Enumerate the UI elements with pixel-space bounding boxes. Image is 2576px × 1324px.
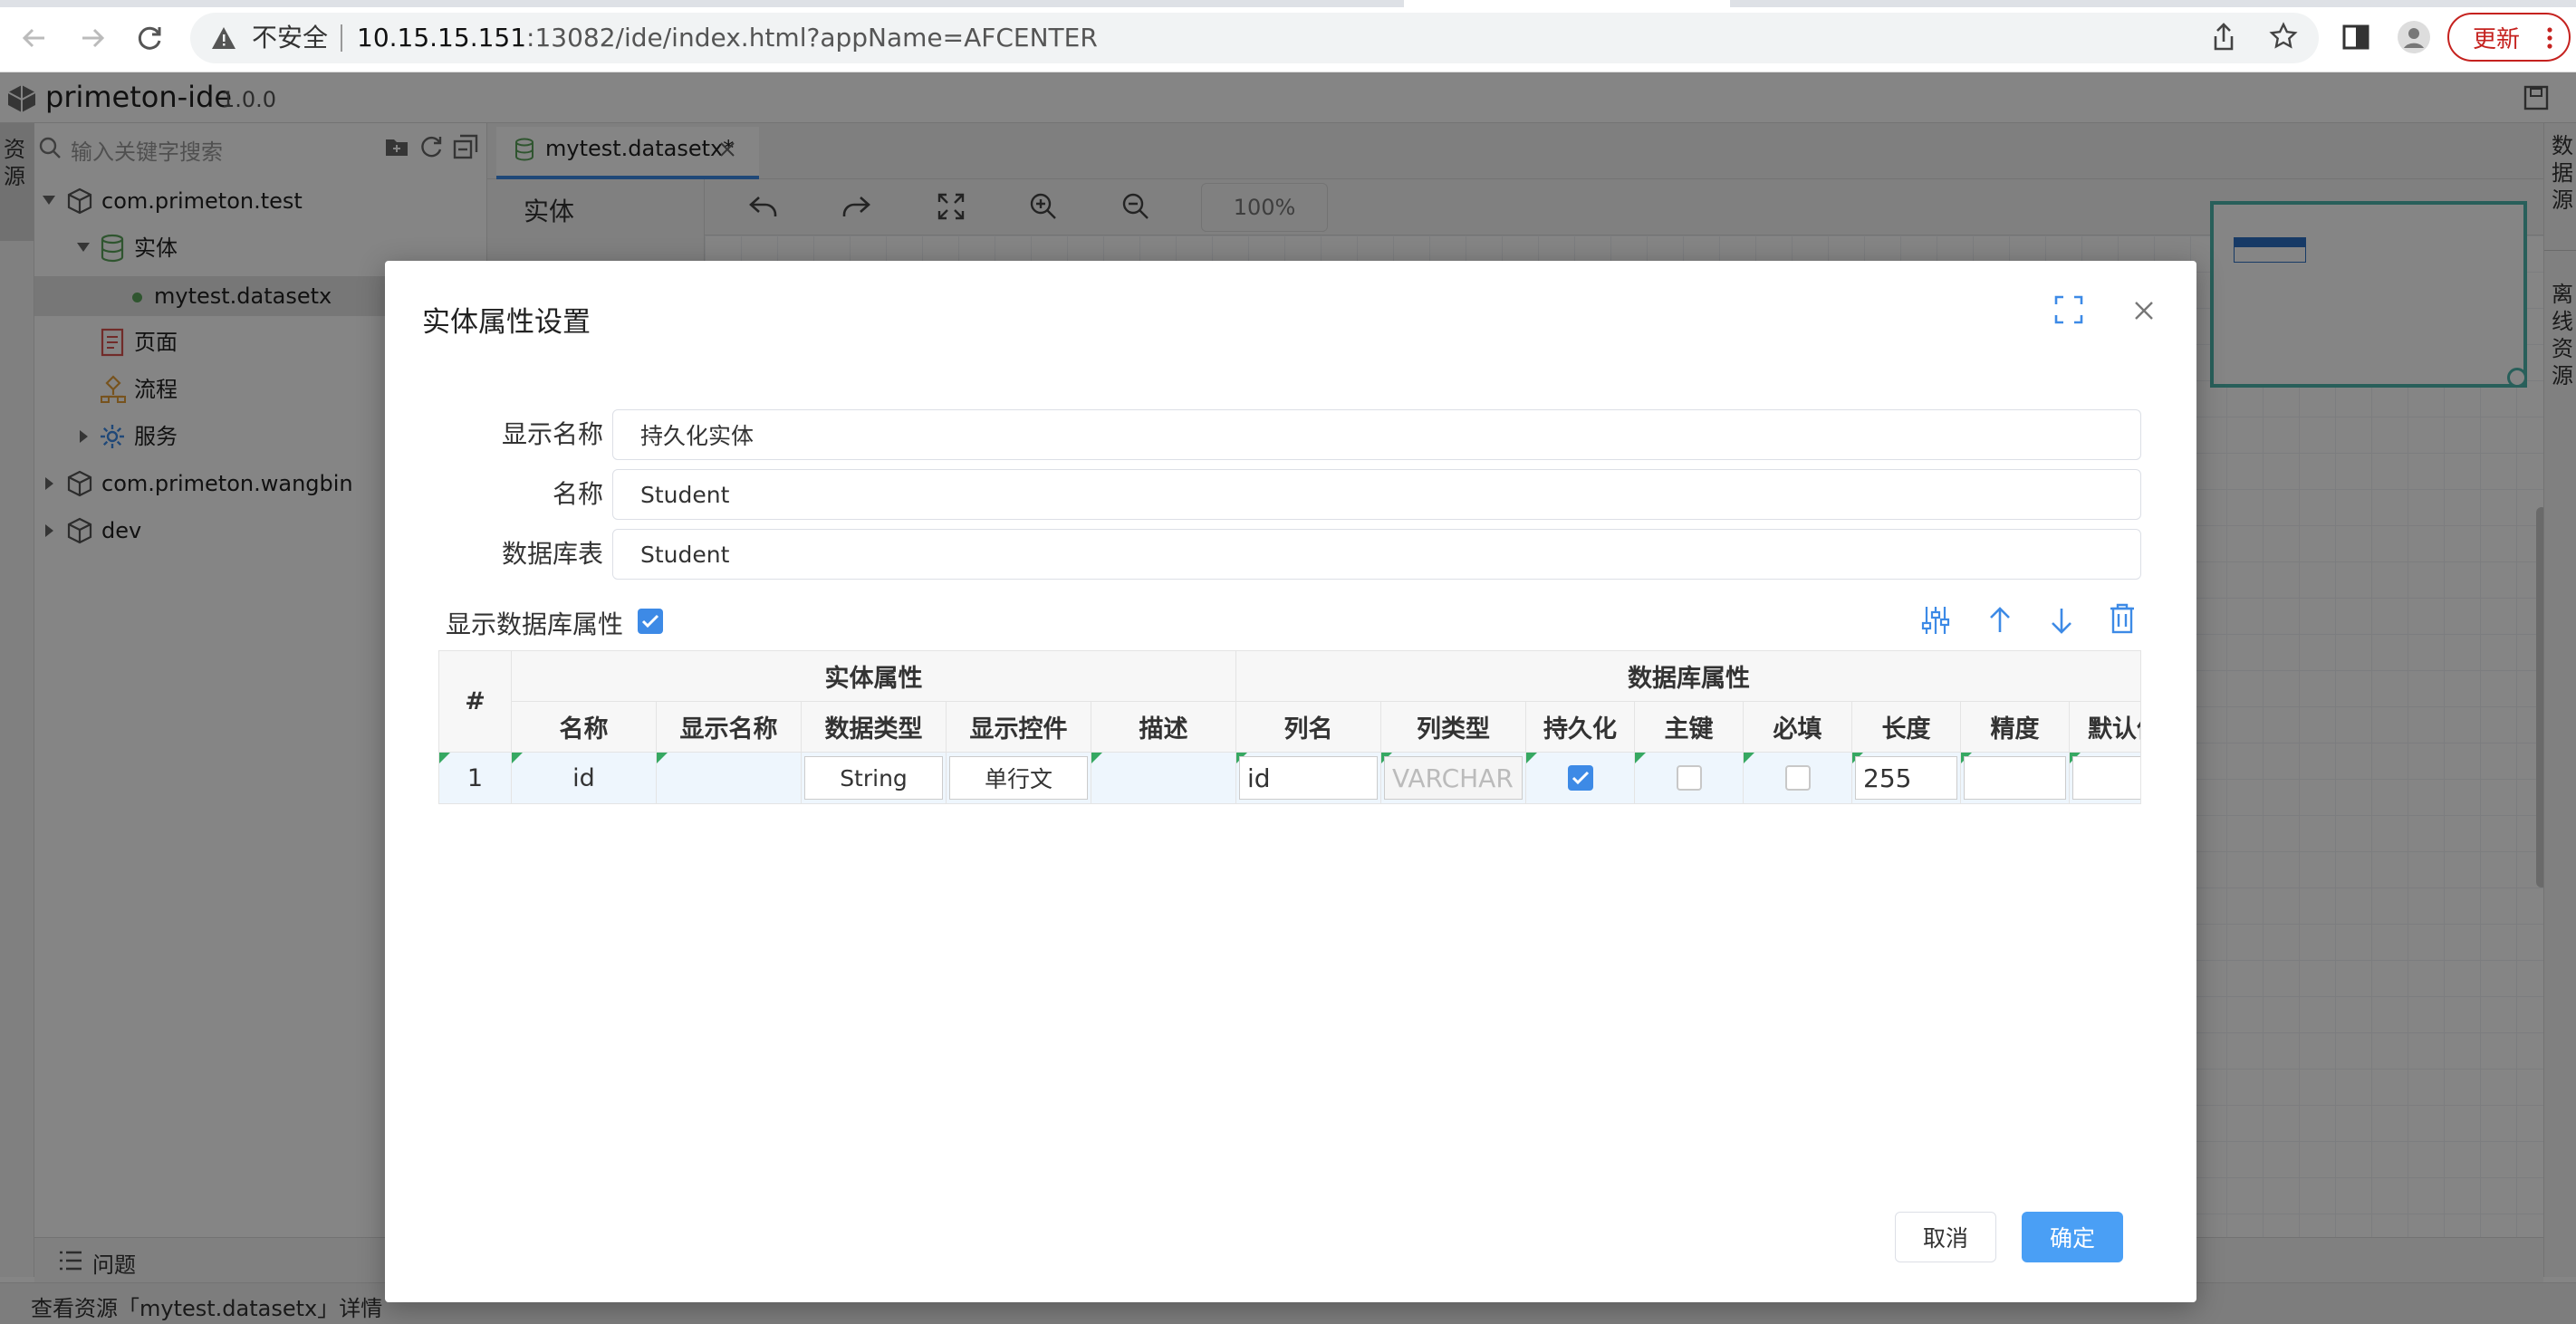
warning-icon xyxy=(212,27,235,49)
grid-cell-name[interactable]: id xyxy=(512,753,657,803)
grid-cell-required[interactable] xyxy=(1744,753,1852,803)
side-panel-button[interactable] xyxy=(2342,24,2369,51)
star-icon xyxy=(2269,22,2298,49)
ok-button[interactable]: 确定 xyxy=(2022,1212,2123,1262)
grid-group-entity: 实体属性 xyxy=(512,651,1236,702)
grid-header-data-type[interactable]: 数据类型 xyxy=(802,702,947,753)
browser-tab-strip xyxy=(0,0,2576,7)
grid-header-primary-key[interactable]: 主键 xyxy=(1635,702,1744,753)
grid-cell-primary-key[interactable] xyxy=(1635,753,1744,803)
profile-button[interactable] xyxy=(2397,20,2431,54)
not-secure-label[interactable]: 不安全 xyxy=(252,20,328,56)
row-name: id xyxy=(572,763,595,792)
grid-cell-index: 1 xyxy=(439,753,512,803)
name-input[interactable]: Student xyxy=(612,469,2141,520)
grid-header-default[interactable]: 默认值 xyxy=(2070,702,2140,753)
default-input[interactable] xyxy=(2072,756,2140,800)
move-down-icon[interactable] xyxy=(2049,607,2074,636)
check-icon xyxy=(641,614,659,628)
grid-header-control[interactable]: 显示控件 xyxy=(947,702,1091,753)
arrow-right-icon xyxy=(82,28,105,48)
persistent-checkbox[interactable] xyxy=(1567,765,1593,791)
back-button[interactable] xyxy=(16,20,53,56)
grid-cell-persistent[interactable] xyxy=(1526,753,1635,803)
kebab-menu-icon xyxy=(2547,27,2552,49)
name-label: 名称 xyxy=(552,479,603,509)
grid-cell-default[interactable] xyxy=(2070,753,2140,803)
share-icon xyxy=(2214,23,2234,51)
grid-cell-desc[interactable] xyxy=(1091,753,1236,803)
bookmark-button[interactable] xyxy=(2269,22,2298,51)
grid-header-column-name[interactable]: 列名 xyxy=(1236,702,1381,753)
grid-group-db: 数据库属性 xyxy=(1236,651,2140,702)
reload-button[interactable] xyxy=(132,20,168,56)
grid-cell-data-type[interactable]: String xyxy=(802,753,947,803)
row-index: 1 xyxy=(466,763,484,792)
column-name-input[interactable]: id xyxy=(1239,756,1378,800)
active-browser-tab[interactable] xyxy=(1404,0,1730,7)
arrow-left-icon xyxy=(22,28,44,48)
grid-header-name[interactable]: 名称 xyxy=(512,702,657,753)
url-host: 10.15.15.151 xyxy=(357,23,527,53)
url-separator xyxy=(341,24,342,52)
avatar-icon xyxy=(2398,21,2430,53)
data-type-select[interactable]: String xyxy=(804,756,943,800)
primary-key-checkbox[interactable] xyxy=(1676,765,1702,791)
column-type-input[interactable]: VARCHAR xyxy=(1384,756,1523,800)
update-button[interactable]: 更新 xyxy=(2447,13,2571,62)
cancel-button[interactable]: 取消 xyxy=(1895,1212,1996,1262)
display-name-label: 显示名称 xyxy=(501,419,603,449)
required-checkbox[interactable] xyxy=(1784,765,1811,791)
grid-cell-precision[interactable] xyxy=(1961,753,2070,803)
precision-input[interactable] xyxy=(1964,756,2066,800)
side-panel-icon xyxy=(2342,24,2369,50)
move-up-icon[interactable] xyxy=(1987,605,2013,634)
display-name-input[interactable]: 持久化实体 xyxy=(612,409,2141,460)
url-path: :13082/ide/index.html?appName=AFCENTER xyxy=(526,23,1098,53)
update-label: 更新 xyxy=(2473,25,2521,53)
show-db-attrs-checkbox[interactable] xyxy=(638,609,663,634)
column-settings-icon[interactable] xyxy=(1920,605,1951,636)
length-input[interactable]: 255 xyxy=(1855,756,1957,800)
grid-cell-display-name[interactable] xyxy=(657,753,802,803)
control-select[interactable]: 单行文 xyxy=(949,756,1088,800)
dialog-title: 实体属性设置 xyxy=(422,306,591,339)
close-icon[interactable] xyxy=(2134,301,2154,321)
grid-header-length[interactable]: 长度 xyxy=(1852,702,1961,753)
grid-header-precision[interactable]: 精度 xyxy=(1961,702,2070,753)
share-button[interactable] xyxy=(2210,22,2237,53)
grid-cell-column-name[interactable]: id xyxy=(1236,753,1381,803)
attribute-grid: # 实体属性 数据库属性 名称 显示名称 数据类型 显示控件 描述 列名 列类型… xyxy=(438,650,2141,804)
grid-cell-control[interactable]: 单行文 xyxy=(947,753,1091,803)
show-db-attrs-label: 显示数据库属性 xyxy=(446,609,624,639)
delete-icon[interactable] xyxy=(2109,603,2136,634)
grid-header-column-type[interactable]: 列类型 xyxy=(1381,702,1526,753)
table-input[interactable]: Student xyxy=(612,529,2141,580)
grid-header-required[interactable]: 必填 xyxy=(1744,702,1852,753)
grid-header-index: # xyxy=(439,651,512,753)
forward-button[interactable] xyxy=(74,20,111,56)
grid-cell-column-type[interactable]: VARCHAR xyxy=(1381,753,1526,803)
reload-icon xyxy=(138,26,161,50)
check-icon xyxy=(1572,771,1589,785)
grid-header-display-name[interactable]: 显示名称 xyxy=(657,702,802,753)
grid-header-persistent[interactable]: 持久化 xyxy=(1526,702,1635,753)
grid-header-desc[interactable]: 描述 xyxy=(1091,702,1236,753)
maximize-icon[interactable] xyxy=(2054,295,2083,324)
grid-cell-length[interactable]: 255 xyxy=(1852,753,1961,803)
table-label: 数据库表 xyxy=(501,539,603,569)
url-text[interactable]: 10.15.15.151:13082/ide/index.html?appNam… xyxy=(357,20,1098,56)
